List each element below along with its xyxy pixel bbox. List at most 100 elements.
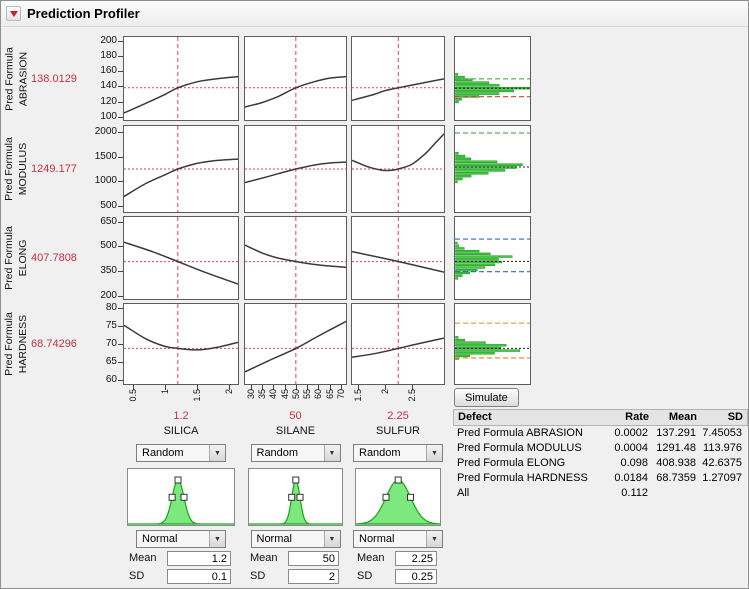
factor-current-value-silica[interactable]: 1.2 xyxy=(123,410,239,423)
defect-table-cell: 1291.48 xyxy=(652,441,700,456)
defect-table-cell: 68.7359 xyxy=(652,471,700,486)
defect-table-body: Pred Formula ABRASION0.0002137.2917.4505… xyxy=(453,426,748,501)
mean-field-silane-label: Mean xyxy=(250,551,286,566)
simulate-button[interactable]: Simulate xyxy=(454,388,519,407)
response-current-value-modulus: 1249.177 xyxy=(27,125,81,213)
distribution-handle xyxy=(408,494,414,500)
profiler-cell-abrasion-silane[interactable] xyxy=(244,36,347,121)
defect-table-cell: Pred Formula ELONG xyxy=(453,456,606,471)
distribution-handle xyxy=(395,477,401,483)
distribution-handle xyxy=(181,494,187,500)
factor-distribution-plot-silane[interactable] xyxy=(248,468,343,526)
y-tick-label: 100 xyxy=(81,111,117,123)
sd-header: SD xyxy=(701,410,747,425)
sd-field-sulfur-label: SD xyxy=(357,569,393,584)
rate-header: Rate xyxy=(607,410,653,425)
random-dropdown-sulfur[interactable]: Random▼ xyxy=(353,444,443,462)
combo-selected-value: Random xyxy=(354,445,426,461)
simulation-histogram-modulus xyxy=(454,125,531,213)
response-current-value-hardness: 68.74296 xyxy=(27,303,81,385)
y-tick-label: 65 xyxy=(81,356,117,368)
y-tick-label: 160 xyxy=(81,65,117,77)
prediction-profiler-window: Prediction Profiler Pred FormulaABRASION… xyxy=(0,0,749,589)
defect-table-cell: 408.938 xyxy=(652,456,700,471)
defect-table-cell: 1.27097 xyxy=(700,471,746,486)
defect-table-row: Pred Formula ABRASION0.0002137.2917.4505… xyxy=(453,426,748,441)
profiler-cell-modulus-sulfur[interactable] xyxy=(351,125,445,213)
defect-table-cell: 0.0002 xyxy=(606,426,652,441)
combo-selected-value: Normal xyxy=(137,531,209,547)
simulation-histogram-hardness xyxy=(454,303,531,385)
defect-table-row: Pred Formula HARDNESS0.018468.73591.2709… xyxy=(453,471,748,486)
sd-field-silica[interactable] xyxy=(167,569,231,584)
y-tick-label: 500 xyxy=(81,200,117,212)
mean-field-sulfur[interactable] xyxy=(395,551,437,566)
profiler-cell-modulus-silica[interactable] xyxy=(123,125,239,213)
y-tick-label: 120 xyxy=(81,96,117,108)
y-tick-label: 350 xyxy=(81,265,117,277)
profiler-cell-abrasion-silica[interactable] xyxy=(123,36,239,121)
distribution-dropdown-silane[interactable]: Normal▼ xyxy=(251,530,341,548)
profiler-cell-hardness-silica[interactable] xyxy=(123,303,239,385)
profiler-cell-elong-silane[interactable] xyxy=(244,216,347,300)
simulation-histogram-abrasion xyxy=(454,36,531,121)
chevron-down-icon: ▼ xyxy=(209,445,225,461)
defect-table-cell: 0.098 xyxy=(606,456,652,471)
defect-table: Defect Rate Mean SD Pred Formula ABRASIO… xyxy=(453,409,748,501)
mean-field-silica-label: Mean xyxy=(129,551,165,566)
defect-table-cell: 137.291 xyxy=(652,426,700,441)
y-tick-label: 650 xyxy=(81,216,117,228)
random-dropdown-silica[interactable]: Random▼ xyxy=(136,444,226,462)
defect-table-cell xyxy=(700,486,746,501)
sd-field-sulfur[interactable] xyxy=(395,569,437,584)
profiler-cell-abrasion-sulfur[interactable] xyxy=(351,36,445,121)
factor-current-value-silane[interactable]: 50 xyxy=(244,410,347,423)
sd-field-silane-label: SD xyxy=(250,569,286,584)
distribution-handle xyxy=(175,477,181,483)
distribution-handle xyxy=(293,477,299,483)
y-tick-label: 60 xyxy=(81,374,117,386)
defect-table-cell: 7.45053 xyxy=(700,426,746,441)
distribution-dropdown-silica[interactable]: Normal▼ xyxy=(136,530,226,548)
defect-table-cell: Pred Formula MODULUS xyxy=(453,441,606,456)
distribution-handle xyxy=(289,494,295,500)
defect-table-cell: All xyxy=(453,486,606,501)
random-dropdown-silane[interactable]: Random▼ xyxy=(251,444,341,462)
mean-field-sulfur-label: Mean xyxy=(357,551,393,566)
profiler-cell-modulus-silane[interactable] xyxy=(244,125,347,213)
combo-selected-value: Random xyxy=(137,445,209,461)
distribution-dropdown-sulfur[interactable]: Normal▼ xyxy=(353,530,443,548)
mean-field-silane[interactable] xyxy=(288,551,339,566)
factor-current-value-sulfur[interactable]: 2.25 xyxy=(351,410,445,423)
mean-header: Mean xyxy=(653,410,701,425)
profiler-cell-elong-silica[interactable] xyxy=(123,216,239,300)
chevron-down-icon: ▼ xyxy=(324,445,340,461)
chevron-down-icon: ▼ xyxy=(209,531,225,547)
distribution-handle xyxy=(297,494,303,500)
defect-table-row: All0.112 xyxy=(453,486,748,501)
y-tick-label: 500 xyxy=(81,240,117,252)
simulation-histogram-elong xyxy=(454,216,531,300)
profiler-cell-elong-sulfur[interactable] xyxy=(351,216,445,300)
defect-table-row: Pred Formula MODULUS0.00041291.48113.976 xyxy=(453,441,748,456)
factor-distribution-plot-silica[interactable] xyxy=(127,468,235,526)
y-tick-label: 2000 xyxy=(81,126,117,138)
sd-field-silane[interactable] xyxy=(288,569,339,584)
chevron-down-icon: ▼ xyxy=(426,445,442,461)
y-tick-label: 70 xyxy=(81,338,117,350)
response-current-value-abrasion: 138.0129 xyxy=(27,36,81,121)
y-tick-label: 80 xyxy=(81,302,117,314)
combo-selected-value: Normal xyxy=(252,531,324,547)
mean-field-silica[interactable] xyxy=(167,551,231,566)
response-current-value-elong: 407.7808 xyxy=(27,216,81,300)
factor-distribution-plot-sulfur[interactable] xyxy=(355,468,441,526)
factor-name-silane: SILANE xyxy=(244,425,347,438)
defect-table-header: Defect Rate Mean SD xyxy=(453,409,748,426)
profiler-cell-hardness-silane[interactable] xyxy=(244,303,347,385)
y-tick-label: 1500 xyxy=(81,151,117,163)
y-tick-label: 1000 xyxy=(81,175,117,187)
profiler-cell-hardness-sulfur[interactable] xyxy=(351,303,445,385)
sd-field-silica-label: SD xyxy=(129,569,165,584)
distribution-handle xyxy=(169,494,175,500)
defect-table-cell: Pred Formula ABRASION xyxy=(453,426,606,441)
